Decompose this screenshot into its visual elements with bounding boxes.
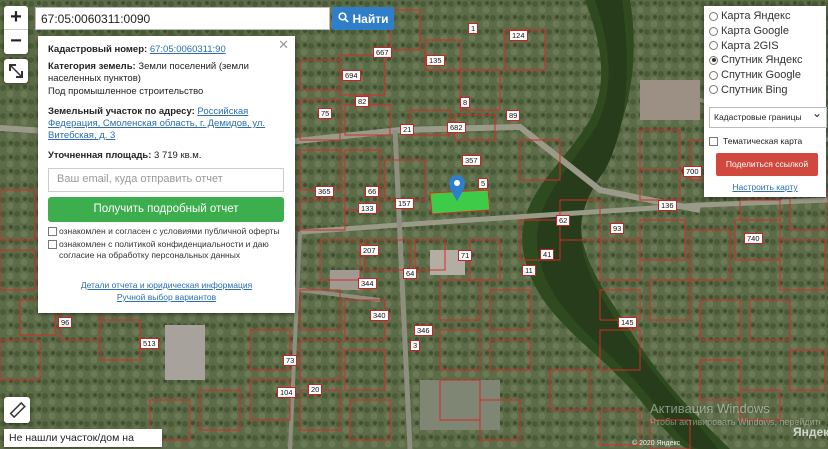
offer-consent-label: ознакомлен и согласен с условиями публич… [59, 226, 280, 236]
layer-option-bing-satellite[interactable]: Спутник Bing [709, 82, 821, 97]
layer-label: Спутник Bing [721, 83, 788, 96]
plot-label[interactable]: 75 [318, 108, 333, 119]
plot-label[interactable]: 62 [556, 215, 571, 226]
plot-label[interactable]: 64 [403, 268, 418, 279]
plot-label[interactable]: 21 [400, 124, 415, 135]
radio-button[interactable] [709, 70, 718, 80]
category-label: Категория земель: [48, 61, 136, 72]
address-label: Земельный участок по адресу: [48, 106, 195, 117]
layer-option-2gis-map[interactable]: Карта 2GIS [709, 38, 821, 53]
email-field[interactable]: Ваш email, куда отправить отчет [48, 168, 284, 192]
layer-option-yandex-map[interactable]: Карта Яндекс [709, 9, 821, 24]
plot-label[interactable]: 71 [458, 250, 473, 261]
plot-label[interactable]: 344 [358, 278, 377, 289]
plot-label[interactable]: 740 [744, 233, 763, 244]
plot-label[interactable]: 346 [414, 325, 433, 336]
plot-label[interactable]: 207 [360, 245, 379, 256]
plot-label[interactable]: 135 [426, 55, 445, 66]
configure-map-link[interactable]: Настроить карту [709, 182, 821, 192]
plot-label[interactable]: 124 [509, 30, 528, 41]
fullscreen-button[interactable] [4, 59, 28, 83]
privacy-checkbox[interactable] [48, 240, 57, 249]
layer-option-google-satellite[interactable]: Спутник Google [709, 68, 821, 83]
privacy-consent-label: ознакомлен с политикой конфиденциальност… [59, 239, 269, 260]
plot-label[interactable]: 513 [140, 338, 159, 349]
layer-label: Карта 2GIS [721, 39, 779, 52]
zoom-out-button[interactable]: − [4, 30, 28, 54]
thematic-checkbox[interactable] [709, 136, 718, 146]
plot-label[interactable]: 700 [683, 166, 702, 177]
plot-label[interactable]: 3 [410, 340, 421, 351]
zoom-control: + − [4, 6, 28, 54]
close-icon[interactable]: ✕ [278, 38, 289, 51]
area-value: 3 719 кв.м. [154, 150, 202, 161]
manual-selection-link[interactable]: Ручной выбор вариантов [117, 292, 216, 302]
privacy-consent[interactable]: ознакомлен с политикой конфиденциальност… [48, 239, 285, 261]
plot-label[interactable]: 8 [460, 97, 471, 108]
zoom-in-button[interactable]: + [4, 6, 28, 30]
search-button-label: Найти [352, 11, 389, 26]
plot-label[interactable]: 133 [358, 203, 377, 214]
get-report-button[interactable]: Получить подробный отчет [48, 197, 284, 222]
search-icon [337, 11, 349, 26]
boundary-type-select[interactable]: Кадастровые границы [709, 104, 827, 129]
plot-label[interactable]: 340 [370, 310, 389, 321]
plot-label[interactable]: 104 [277, 387, 296, 398]
search-button[interactable]: Найти [332, 7, 394, 30]
layer-option-google-map[interactable]: Карта Google [709, 24, 821, 39]
radio-button[interactable] [709, 11, 718, 21]
plot-label[interactable]: 41 [540, 249, 555, 260]
plot-label[interactable]: 20 [308, 384, 323, 395]
plot-label[interactable]: 694 [342, 70, 361, 81]
cadastral-label: Кадастровый номер: [48, 44, 148, 55]
map-layers-panel: Карта Яндекс Карта Google Карта 2GIS Спу… [704, 6, 827, 197]
yandex-logo: Яндекс [793, 425, 828, 439]
ruler-button[interactable] [4, 397, 30, 423]
radio-button[interactable] [709, 26, 718, 36]
plot-label[interactable]: 66 [365, 186, 380, 197]
plot-label[interactable]: 73 [283, 355, 298, 366]
search-input[interactable] [35, 7, 330, 30]
plot-label[interactable]: 357 [462, 155, 481, 166]
plot-label[interactable]: 136 [658, 200, 677, 211]
report-details-link[interactable]: Детали отчета и юридическая информация [81, 280, 252, 290]
plot-label[interactable]: 11 [522, 265, 536, 276]
cadastral-number-link[interactable]: 67:05:0060311:90 [150, 44, 226, 55]
area-label: Уточненная площадь: [48, 150, 152, 161]
plot-label[interactable]: 5 [478, 178, 489, 189]
radio-button[interactable] [709, 85, 718, 95]
layer-label: Спутник Яндекс [721, 54, 803, 67]
plot-label[interactable]: 89 [506, 110, 521, 121]
layer-label: Карта Яндекс [721, 10, 791, 23]
layer-label: Карта Google [721, 25, 789, 38]
plot-label[interactable]: 682 [447, 122, 466, 133]
usage-value: Под промышленное строительство [48, 86, 204, 97]
plot-info-panel: ✕ Кадастровый номер: 67:05:0060311:90 Ка… [38, 36, 295, 313]
radio-button-selected[interactable] [709, 55, 718, 65]
ruler-icon [9, 401, 26, 419]
plot-label[interactable]: 365 [315, 186, 334, 197]
radio-button[interactable] [709, 41, 718, 51]
plot-label[interactable]: 82 [355, 96, 370, 107]
plot-label[interactable]: 145 [618, 317, 637, 328]
plot-label[interactable]: 93 [610, 223, 625, 234]
copyright: © 2020 Яндекс [632, 440, 681, 447]
offer-consent[interactable]: ознакомлен и согласен с условиями публич… [48, 226, 285, 237]
thematic-map-toggle[interactable]: Тематическая карта [709, 136, 821, 146]
plot-not-found-link[interactable]: Не нашли участок/дом на карте? [4, 429, 162, 447]
layer-label: Спутник Google [721, 69, 801, 82]
layer-option-yandex-satellite[interactable]: Спутник Яндекс [709, 53, 821, 68]
plot-label[interactable]: 157 [395, 198, 414, 209]
windows-watermark: Активация Windows [650, 401, 770, 416]
offer-checkbox[interactable] [48, 227, 57, 236]
plot-label[interactable]: 96 [58, 317, 73, 328]
plot-label[interactable]: 1 [468, 23, 479, 34]
thematic-label: Тематическая карта [723, 136, 803, 147]
plot-label[interactable]: 667 [373, 47, 392, 58]
share-link-button[interactable]: Поделиться ссылкой [716, 153, 818, 177]
expand-icon [9, 64, 23, 78]
